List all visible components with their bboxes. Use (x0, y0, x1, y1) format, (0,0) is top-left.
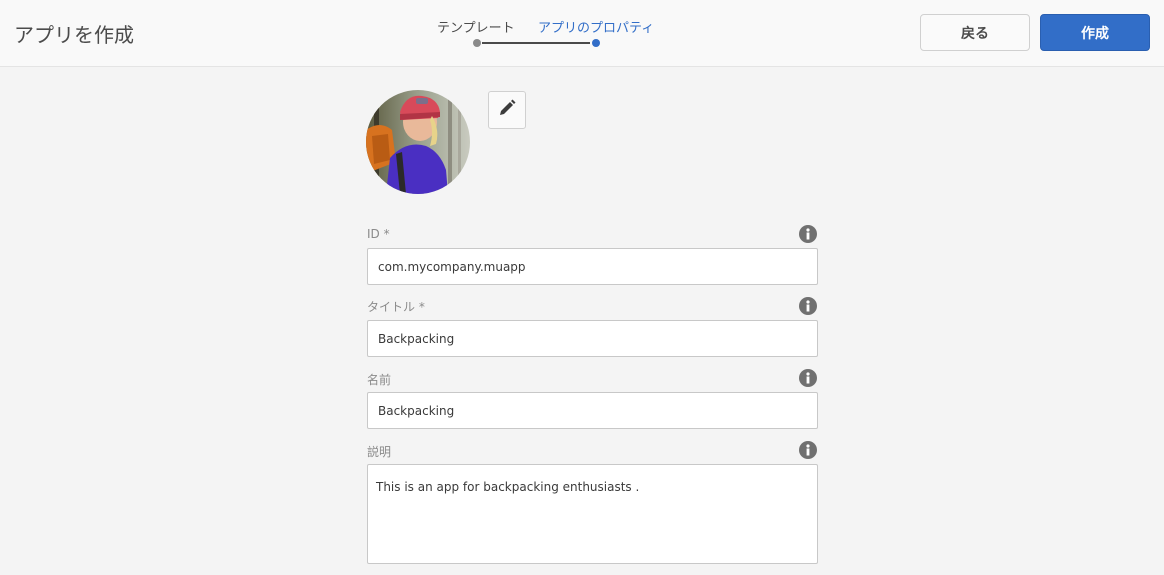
edit-thumbnail-button[interactable] (488, 91, 526, 129)
description-field-label: 説明 (367, 445, 392, 459)
title-field-label: タイトル * (367, 300, 425, 314)
title-info-icon[interactable] (799, 297, 817, 315)
step-app-properties-dot (592, 39, 600, 47)
name-field-label: 名前 (367, 373, 392, 387)
top-bar: アプリを作成 テンプレート アプリのプロパティ 戻る 作成 (0, 0, 1164, 67)
step-connector-line (482, 42, 590, 44)
back-button[interactable]: 戻る (920, 14, 1030, 51)
step-template-label[interactable]: テンプレート (437, 17, 515, 36)
step-app-properties-label: アプリのプロパティ (538, 21, 655, 36)
edit-pencil-icon (498, 99, 516, 121)
id-field[interactable]: com.mycompany.muapp (367, 248, 818, 285)
id-field-label: ID * (367, 227, 390, 241)
create-button[interactable]: 作成 (1040, 14, 1150, 51)
description-info-icon[interactable] (799, 441, 817, 459)
wizard-steps: テンプレート アプリのプロパティ (437, 15, 667, 55)
id-info-icon[interactable] (799, 225, 817, 243)
name-field[interactable]: Backpacking (367, 392, 818, 429)
page-title: アプリを作成 (14, 23, 134, 47)
step-template-dot[interactable] (473, 39, 481, 47)
backpacker-photo (366, 90, 470, 194)
name-info-icon[interactable] (799, 369, 817, 387)
description-field[interactable]: This is an app for backpacking enthusias… (367, 464, 818, 564)
title-field[interactable]: Backpacking (367, 320, 818, 357)
app-thumbnail-image (366, 90, 470, 194)
